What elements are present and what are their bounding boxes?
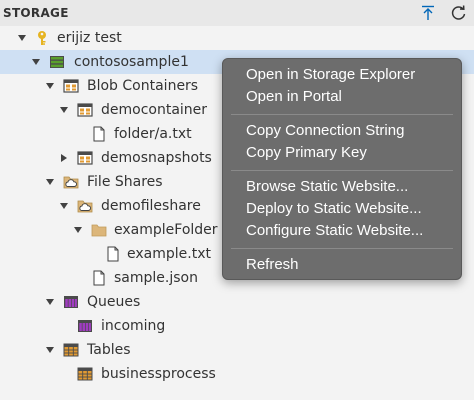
menu-item-open-in-portal[interactable]: Open in Portal [246,88,342,105]
refresh-icon[interactable] [450,4,468,22]
chevron-down-icon[interactable] [73,225,83,235]
menu-item-browse-static-website[interactable]: Browse Static Website... [246,178,408,195]
menu-item-copy-connection-string[interactable]: Copy Connection String [246,122,404,139]
tree-item-label: demofileshare [101,198,201,214]
file-share-icon [77,200,93,213]
tree-item-label: folder/a.txt [114,126,192,142]
menu-item-deploy-to-static-website[interactable]: Deploy to Static Website... [246,200,422,217]
chevron-down-icon[interactable] [59,201,69,211]
menu-item-configure-static-website[interactable]: Configure Static Website... [246,222,423,239]
chevron-down-icon[interactable] [45,81,55,91]
menu-item-refresh[interactable]: Refresh [246,256,299,273]
tree-item-label: Blob Containers [87,78,199,94]
tree-item-label: Queues [87,294,141,310]
tree-item-businessprocess[interactable]: businessprocess [0,362,474,386]
context-menu: Open in Storage Explorer Open in Portal … [222,58,462,280]
tree-item-label: Tables [87,342,131,358]
blob-container-icon [77,103,93,117]
chevron-down-icon[interactable] [59,105,69,115]
tables-icon [63,343,79,357]
tree-item-label: incoming [101,318,166,334]
upload-icon[interactable] [419,4,437,22]
storage-account-icon [50,56,64,68]
queues-icon [64,296,78,308]
tree-item-label: sample.json [114,270,198,286]
tree-item-label: democontainer [101,102,208,118]
tree-item-account[interactable]: erijiz test [0,26,474,50]
panel-title: STORAGE [3,6,69,20]
storage-panel-header[interactable]: STORAGE [0,0,474,26]
tree-item-label: erijiz test [57,30,122,46]
key-icon [38,31,46,45]
tree-item-label: contososample1 [74,54,189,70]
table-icon [77,367,93,381]
chevron-down-icon[interactable] [45,297,55,307]
tree-item-label: demosnapshots [101,150,212,166]
file-icon [93,126,105,142]
menu-separator [231,248,453,249]
tree-item-label: File Shares [87,174,163,190]
chevron-right-icon[interactable] [59,153,69,163]
chevron-down-icon[interactable] [31,57,41,67]
tree-item-incoming[interactable]: incoming [0,314,474,338]
menu-item-copy-primary-key[interactable]: Copy Primary Key [246,144,367,161]
chevron-down-icon[interactable] [45,345,55,355]
menu-separator [231,170,453,171]
file-icon [93,270,105,286]
chevron-down-icon[interactable] [45,177,55,187]
folder-icon [91,224,107,237]
tree-item-tables[interactable]: Tables [0,338,474,362]
file-icon [107,246,119,262]
menu-separator [231,114,453,115]
tree-item-label: businessprocess [101,366,216,382]
blob-containers-icon [63,79,79,93]
tree-item-label: exampleFolder [114,222,218,238]
queue-icon [78,320,92,332]
menu-item-open-in-storage-explorer[interactable]: Open in Storage Explorer [246,66,415,83]
file-shares-icon [63,176,79,189]
blob-container-icon [77,151,93,165]
tree-item-queues[interactable]: Queues [0,290,474,314]
chevron-down-icon[interactable] [17,33,27,43]
tree-item-label: example.txt [127,246,211,262]
